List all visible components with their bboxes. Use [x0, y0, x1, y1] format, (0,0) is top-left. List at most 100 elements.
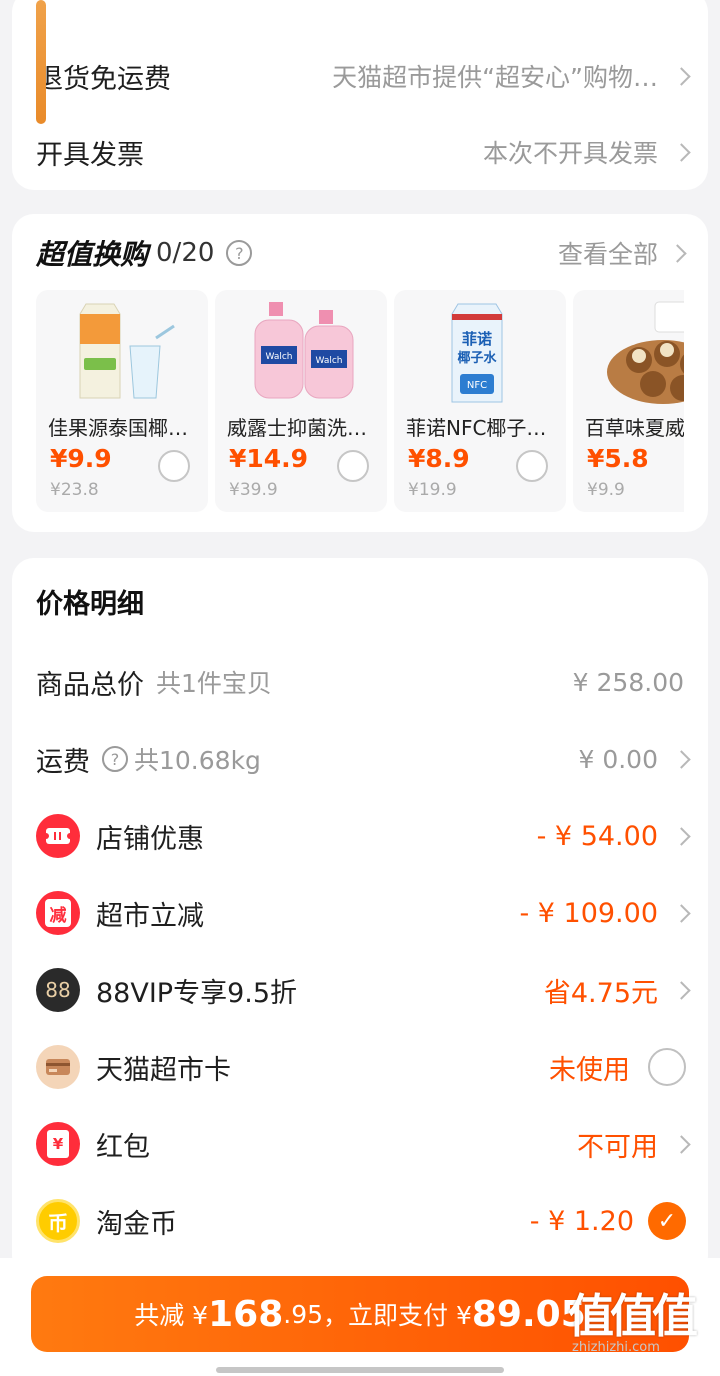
- total-price-row: 商品总价 共1件宝贝 ¥ 258.00: [12, 652, 708, 712]
- product-original-price: ¥23.8: [50, 480, 99, 500]
- shop-discount-row[interactable]: 店铺优惠 - ¥ 54.00: [12, 806, 708, 866]
- promo-count: 0/20: [156, 238, 215, 268]
- svg-text:Walch: Walch: [266, 352, 293, 362]
- select-radio[interactable]: [337, 450, 369, 482]
- shipping-value: ¥ 0.00: [578, 744, 658, 774]
- shipping-label-group: 运费 ? 共10.68kg: [36, 740, 261, 779]
- promo-product-card[interactable]: 菲诺 椰子水 NFC 菲诺NFC椰子… ¥8.9 ¥19.9: [394, 290, 566, 512]
- svg-text:NFC: NFC: [467, 380, 487, 391]
- product-price: ¥5.8: [587, 444, 649, 473]
- redpacket-glyph: ¥: [47, 1130, 69, 1158]
- total-price-label-group: 商品总价 共1件宝贝: [36, 663, 272, 702]
- promo-header: 超值换购 0/20 ? 查看全部: [36, 232, 687, 274]
- chevron-right-icon: [672, 980, 691, 1000]
- taojinbi-label: 淘金币: [96, 1208, 177, 1240]
- product-name: 威露士抑菌洗…: [227, 416, 367, 440]
- pay-bar: 共减 ¥ 168 .95 ，立即支付 ¥ 89.05 值值值 zhizhizhi…: [0, 1258, 720, 1376]
- reduce-prefix: 共减 ¥: [134, 1301, 209, 1330]
- product-price: ¥9.9: [50, 444, 112, 473]
- chevron-right-icon: [672, 66, 691, 86]
- price-detail-title: 价格明细: [36, 589, 144, 620]
- watermark-logo: 值值值: [568, 1289, 698, 1343]
- product-original-price: ¥39.9: [229, 480, 278, 500]
- use-card-radio[interactable]: [648, 1048, 686, 1086]
- red-packet-value: 不可用: [577, 1131, 658, 1163]
- invoice-label: 开具发票: [36, 139, 144, 171]
- supermarket-card-value: 未使用: [549, 1054, 630, 1086]
- supermarket-reduce-label: 超市立减: [96, 900, 204, 932]
- help-icon[interactable]: ?: [102, 746, 128, 772]
- product-original-price: ¥9.9: [587, 480, 625, 500]
- home-indicator[interactable]: [216, 1367, 504, 1373]
- reduce-icon: 减: [36, 891, 80, 935]
- product-original-price: ¥19.9: [408, 480, 457, 500]
- total-price-value: ¥ 258.00: [572, 667, 684, 697]
- promo-product-card[interactable]: 百草味夏威 ¥5.8 ¥9.9: [573, 290, 684, 512]
- item-count: 共1件宝贝: [156, 669, 272, 698]
- watermark-site: zhizhizhi.com: [572, 1340, 660, 1355]
- view-all-link[interactable]: 查看全部: [558, 235, 658, 271]
- invoice-value: 本次不开具发票: [482, 139, 658, 168]
- reduce-amount: 168: [208, 1293, 284, 1335]
- svg-text:菲诺: 菲诺: [462, 330, 492, 348]
- red-packet-row[interactable]: ¥ 红包 不可用: [12, 1114, 708, 1174]
- taojinbi-row[interactable]: 币 淘金币 - ¥ 1.20 ✓: [12, 1191, 708, 1251]
- red-packet-label: 红包: [96, 1131, 150, 1163]
- chevron-right-icon: [672, 749, 691, 769]
- product-price: ¥8.9: [408, 444, 470, 473]
- promo-product-list: 佳果源泰国椰… ¥9.9 ¥23.8 Walch Walch 威露士抑菌洗… ¥…: [36, 290, 684, 512]
- shipping-weight: 共10.68kg: [134, 746, 261, 775]
- supermarket-reduce-value: - ¥ 109.00: [519, 897, 658, 929]
- return-free-shipping-value: 天猫超市提供“超安心”购物…: [332, 63, 658, 92]
- promo-product-card[interactable]: 佳果源泰国椰… ¥9.9 ¥23.8: [36, 290, 208, 512]
- supermarket-card-label: 天猫超市卡: [96, 1054, 231, 1086]
- reduce-decimal: .95: [283, 1299, 324, 1329]
- shipping-row[interactable]: 运费 ? 共10.68kg ¥ 0.00: [12, 729, 708, 789]
- help-icon[interactable]: ?: [226, 240, 253, 266]
- taojinbi-value: - ¥ 1.20: [529, 1205, 634, 1237]
- supermarket-reduce-row[interactable]: 减 超市立减 - ¥ 109.00: [12, 883, 708, 943]
- shop-discount-label: 店铺优惠: [96, 823, 204, 855]
- product-price: ¥14.9: [229, 444, 309, 473]
- coin-icon: 币: [36, 1199, 80, 1243]
- chevron-right-icon: [672, 142, 691, 162]
- select-radio[interactable]: [516, 450, 548, 482]
- card-icon: [36, 1045, 80, 1089]
- vip-discount-row[interactable]: 88 88VIP专享9.5折 省4.75元: [12, 960, 708, 1020]
- total-price-label: 商品总价: [36, 669, 144, 701]
- product-name: 菲诺NFC椰子…: [406, 416, 547, 440]
- pay-prefix: ，立即支付 ¥: [323, 1301, 472, 1330]
- svg-text:Walch: Walch: [316, 356, 343, 366]
- select-radio[interactable]: [158, 450, 190, 482]
- promo-product-card[interactable]: Walch Walch 威露士抑菌洗… ¥14.9 ¥39.9: [215, 290, 387, 512]
- redpacket-icon: ¥: [36, 1122, 80, 1166]
- watermark: 值值值 zhizhizhi.com: [568, 1280, 716, 1360]
- product-name: 百草味夏威: [585, 416, 684, 440]
- promo-title: 超值换购: [36, 238, 149, 271]
- reduce-glyph: 减: [45, 899, 71, 927]
- order-options-card: 退货免运费 天猫超市提供“超安心”购物… 开具发票 本次不开具发票: [12, 0, 708, 190]
- vip88-icon: 88: [36, 968, 80, 1012]
- hand-soap-bottles-icon: Walch Walch: [254, 302, 354, 399]
- ticket-icon: [36, 814, 80, 858]
- nfc-coconut-carton-icon: 菲诺 椰子水 NFC: [451, 303, 503, 403]
- vip-discount-label: 88VIP专享9.5折: [96, 977, 298, 1009]
- shipping-label: 运费: [36, 746, 90, 778]
- shop-discount-value: - ¥ 54.00: [536, 820, 658, 852]
- svg-text:椰子水: 椰子水: [457, 350, 497, 366]
- price-detail-card: 价格明细 商品总价 共1件宝贝 ¥ 258.00 运费 ? 共10.68kg ¥…: [12, 558, 708, 1278]
- invoice-row[interactable]: 开具发票 本次不开具发票: [12, 122, 708, 182]
- return-free-shipping-row[interactable]: 退货免运费 天猫超市提供“超安心”购物…: [12, 46, 708, 106]
- chevron-right-icon: [668, 243, 687, 263]
- return-free-shipping-label: 退货免运费: [36, 63, 171, 95]
- checkmark-icon[interactable]: ✓: [648, 1202, 686, 1240]
- coconut-water-carton-icon: [79, 303, 175, 399]
- macadamia-nuts-icon: [607, 301, 684, 404]
- chevron-right-icon: [672, 1134, 691, 1154]
- supermarket-card-row[interactable]: 天猫超市卡 未使用: [12, 1037, 708, 1097]
- annotation-stroke: [36, 0, 46, 124]
- promo-exchange-card: 超值换购 0/20 ? 查看全部 佳果源泰国椰… ¥9.9 ¥23.8 Walc…: [12, 214, 708, 532]
- chevron-right-icon: [672, 826, 691, 846]
- vip-discount-value: 省4.75元: [543, 977, 658, 1009]
- chevron-right-icon: [672, 903, 691, 923]
